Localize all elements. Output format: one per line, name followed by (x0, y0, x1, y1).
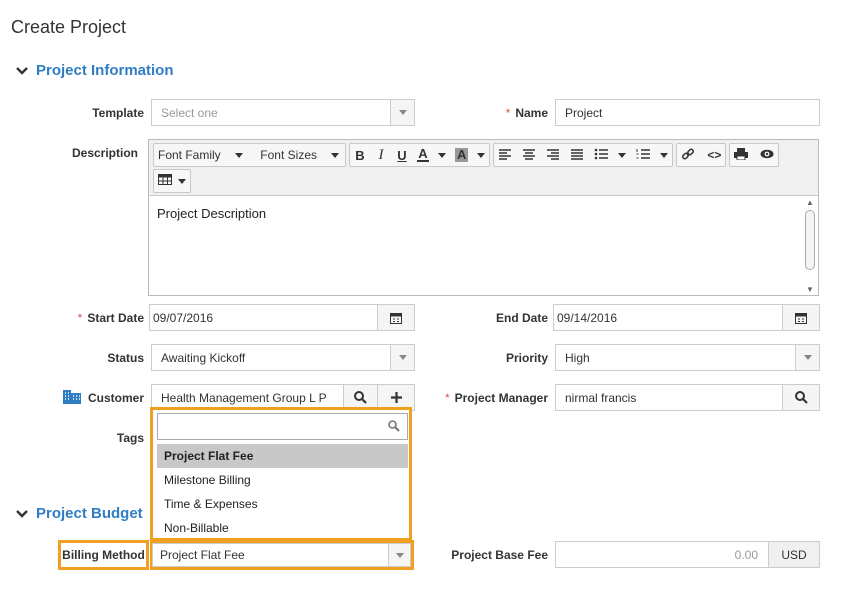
align-center-icon[interactable] (522, 148, 536, 163)
font-sizes-dropdown[interactable]: Font Sizes (260, 148, 339, 162)
dropdown-caret-icon[interactable] (795, 345, 819, 370)
currency-addon: USD (768, 542, 819, 567)
customer-label: Customer (87, 391, 144, 405)
dropdown-option-time-expenses[interactable]: Time & Expenses (157, 492, 408, 516)
template-label: Template (92, 106, 144, 120)
align-justify-icon[interactable] (570, 148, 584, 163)
numbered-list-caret-icon[interactable] (660, 152, 669, 158)
status-label: Status (107, 351, 144, 365)
calendar-icon[interactable] (377, 305, 414, 330)
bullet-list-icon[interactable] (594, 148, 609, 163)
billing-method-label: Billing Method (62, 548, 145, 562)
align-right-icon[interactable] (546, 148, 560, 163)
bold-icon[interactable]: B (354, 148, 366, 163)
chevron-down-icon (16, 65, 28, 77)
editor-content: Project Description (157, 206, 267, 221)
search-icon (388, 420, 400, 435)
template-placeholder: Select one (161, 105, 218, 120)
section-project-information[interactable]: Project Information (16, 62, 174, 79)
calendar-icon[interactable] (782, 305, 819, 330)
preview-eye-icon[interactable] (760, 148, 774, 162)
description-label: Description (71, 146, 138, 160)
code-icon[interactable]: <> (707, 148, 721, 162)
editor-content-area[interactable]: Project Description ▲ ▼ (149, 195, 818, 295)
dropdown-caret-icon[interactable] (390, 345, 414, 370)
section-project-budget[interactable]: Project Budget (16, 505, 143, 522)
billing-method-select[interactable]: Project Flat Fee (152, 543, 411, 567)
base-fee-value: 0.00 (734, 547, 758, 562)
name-label: * Name (505, 106, 548, 120)
start-date-value: 09/07/2016 (153, 310, 214, 325)
end-date-label: End Date (495, 311, 548, 325)
dropdown-option-non-billable[interactable]: Non-Billable (157, 516, 408, 540)
name-input[interactable]: Project (555, 99, 820, 126)
table-caret-icon[interactable] (178, 178, 186, 184)
page-title: Create Project (11, 17, 127, 37)
dropdown-search-input[interactable] (157, 413, 408, 440)
billing-method-label-highlight: Billing Method (58, 540, 149, 570)
underline-icon[interactable]: U (396, 148, 408, 163)
billing-method-value: Project Flat Fee (160, 548, 245, 562)
priority-value: High (565, 350, 590, 365)
project-base-fee-label: Project Base Fee (451, 548, 548, 562)
rich-text-editor[interactable]: Font Family Font Sizes B I U A A <> Proj… (148, 139, 819, 296)
text-color-caret-icon[interactable] (438, 152, 446, 158)
building-icon (63, 388, 81, 407)
customer-value: Health Management Group L P (161, 390, 327, 405)
name-value: Project (565, 105, 603, 120)
bullet-list-caret-icon[interactable] (618, 152, 627, 158)
link-icon[interactable] (681, 147, 695, 164)
numbered-list-icon[interactable] (636, 148, 651, 163)
status-select[interactable]: Awaiting Kickoff (151, 344, 415, 371)
priority-select[interactable]: High (555, 344, 820, 371)
print-icon[interactable] (734, 147, 749, 163)
project-base-fee-input[interactable]: 0.00 USD (555, 541, 820, 568)
end-date-input[interactable]: 09/14/2016 (553, 304, 820, 331)
billing-method-dropdown: Project Flat Fee Milestone Billing Time … (150, 407, 412, 541)
dropdown-option-milestone-billing[interactable]: Milestone Billing (157, 468, 408, 492)
project-manager-input[interactable]: nirmal francis (555, 384, 820, 411)
end-date-value: 09/14/2016 (557, 310, 618, 325)
section-title: Project Information (36, 62, 174, 79)
section-title: Project Budget (36, 505, 143, 522)
start-date-label: * Start Date (77, 311, 144, 325)
font-family-dropdown[interactable]: Font Family (158, 148, 243, 162)
search-icon[interactable] (782, 385, 819, 410)
align-left-icon[interactable] (498, 148, 512, 163)
project-manager-label: * Project Manager (444, 391, 548, 405)
highlight-caret-icon[interactable] (477, 152, 486, 158)
dropdown-option-project-flat-fee[interactable]: Project Flat Fee (157, 444, 408, 468)
start-date-input[interactable]: 09/07/2016 (149, 304, 415, 331)
editor-scrollbar[interactable]: ▲ ▼ (804, 198, 816, 294)
highlight-color-icon[interactable]: A (455, 148, 469, 162)
priority-label: Priority (505, 351, 548, 365)
project-manager-value: nirmal francis (565, 390, 637, 405)
status-value: Awaiting Kickoff (161, 350, 246, 365)
dropdown-caret-icon[interactable] (390, 100, 414, 125)
table-icon[interactable] (158, 174, 172, 188)
tags-label: Tags (116, 431, 144, 445)
template-select[interactable]: Select one (151, 99, 415, 126)
chevron-down-icon (16, 508, 28, 520)
text-color-icon[interactable]: A (417, 147, 429, 162)
italic-icon[interactable]: I (375, 147, 387, 164)
dropdown-caret-icon[interactable] (388, 544, 410, 566)
